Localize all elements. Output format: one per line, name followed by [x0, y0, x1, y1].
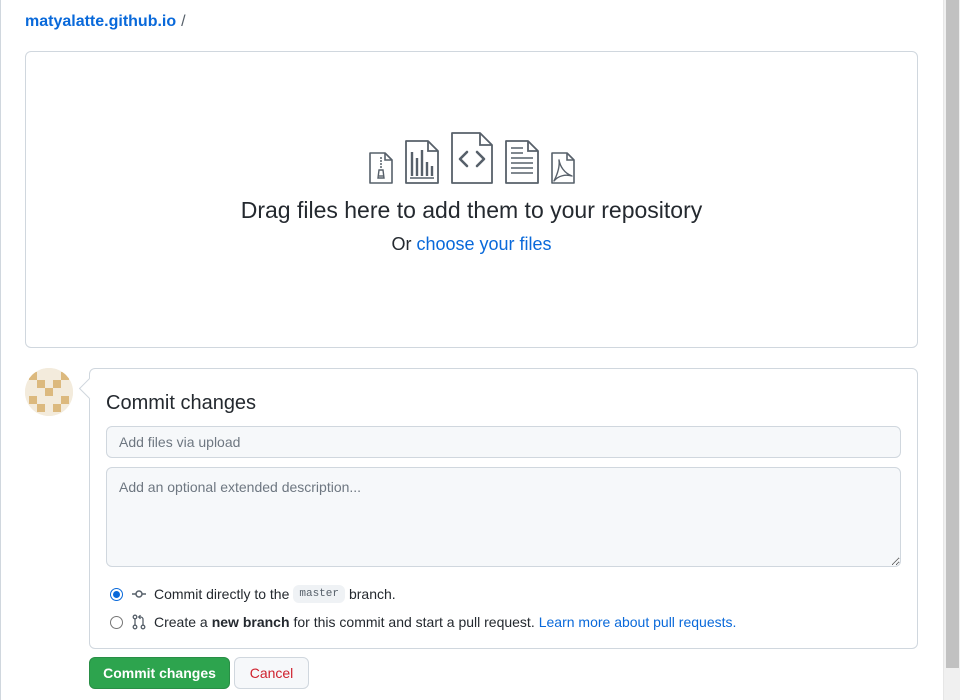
scrollbar-thumb[interactable]: [946, 0, 959, 668]
new-branch-option[interactable]: Create a new branch for this commit and …: [110, 614, 736, 630]
file-code-icon: [450, 132, 493, 184]
avatar: [25, 368, 73, 416]
repo-link[interactable]: matyalatte.github.io: [25, 13, 176, 30]
commit-description-input[interactable]: [106, 467, 901, 567]
direct-option-suffix: branch.: [348, 586, 396, 602]
file-chart-icon: [404, 140, 439, 184]
commit-heading: Commit changes: [106, 392, 257, 414]
commit-summary-input[interactable]: [106, 426, 901, 458]
file-text-icon: [504, 140, 539, 184]
dropzone-prefix: Or: [391, 234, 412, 254]
commit-direct-option[interactable]: Commit directly to the master branch.: [110, 585, 396, 603]
new-branch-radio[interactable]: [110, 615, 123, 629]
learn-pull-requests-link[interactable]: Learn more about pull requests.: [539, 614, 737, 630]
commit-changes-button[interactable]: Commit changes: [89, 657, 230, 689]
branch-name-badge: master: [293, 585, 345, 603]
git-pull-request-icon: [131, 614, 147, 630]
breadcrumb: matyalatte.github.io /: [25, 11, 186, 33]
dropzone-subtitle: Or choose your files: [26, 232, 917, 256]
file-type-icons: [26, 132, 917, 184]
direct-option-prefix: Commit directly to the: [154, 586, 290, 602]
new-option-suffix: for this commit and start a pull request…: [293, 614, 535, 630]
vertical-scrollbar[interactable]: [943, 0, 960, 700]
cancel-button[interactable]: Cancel: [234, 657, 309, 689]
file-zip-icon: [368, 152, 393, 184]
dropzone-title: Drag files here to add them to your repo…: [240, 197, 703, 223]
page-left-border: [0, 0, 1, 700]
breadcrumb-separator: /: [181, 13, 186, 30]
choose-files-link[interactable]: choose your files: [416, 234, 551, 254]
commit-form: Commit changes Commit directly to the ma…: [89, 368, 918, 649]
git-commit-icon: [131, 586, 147, 602]
new-branch-label: new branch: [211, 614, 290, 630]
file-dropzone[interactable]: Drag files here to add them to your repo…: [25, 51, 918, 348]
file-pdf-icon: [550, 152, 575, 184]
commit-direct-radio[interactable]: [110, 587, 123, 601]
new-option-prefix: Create a: [154, 614, 208, 630]
